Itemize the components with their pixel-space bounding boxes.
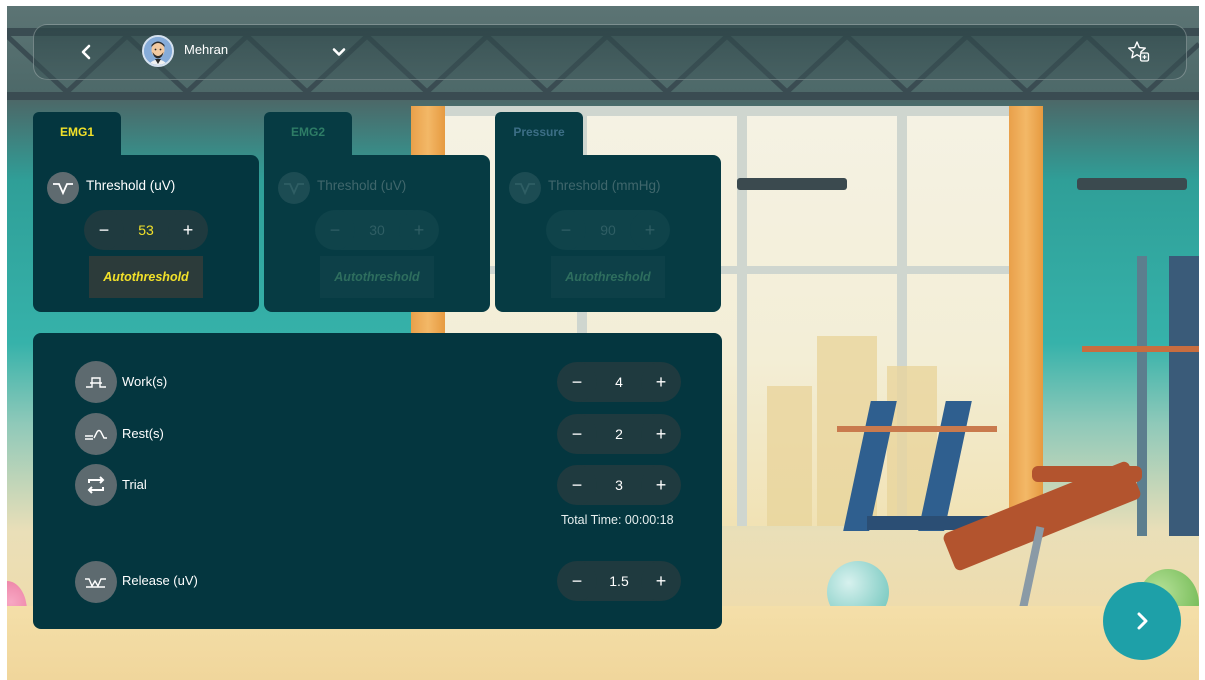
trial-decrement-button[interactable]: − bbox=[557, 465, 597, 505]
work-label: Work(s) bbox=[122, 374, 168, 389]
top-bar: Mehran bbox=[33, 24, 1187, 80]
threshold-stepper: − 90 + bbox=[546, 210, 670, 250]
chevron-down-icon bbox=[332, 48, 346, 56]
exercise-params-panel: Work(s) − 4 + Rest(s) − 2 + Trial − 3 + … bbox=[33, 333, 722, 629]
work-stepper: − 4 + bbox=[557, 362, 681, 402]
sensor-card-emg1: Threshold (uV) − 53 + Autothreshold bbox=[33, 155, 259, 312]
release-increment-button[interactable]: + bbox=[641, 561, 681, 601]
star-add-icon bbox=[1128, 41, 1150, 62]
user-name: Mehran bbox=[184, 42, 229, 57]
rest-stepper: − 2 + bbox=[557, 414, 681, 454]
back-button[interactable] bbox=[76, 41, 96, 63]
threshold-wave-icon bbox=[47, 172, 79, 204]
work-value: 4 bbox=[615, 374, 623, 390]
trial-value: 3 bbox=[615, 477, 623, 493]
chevron-right-icon bbox=[1137, 612, 1148, 630]
release-stepper: − 1.5 + bbox=[557, 561, 681, 601]
rest-pulse-icon bbox=[75, 413, 117, 455]
trial-stepper: − 3 + bbox=[557, 465, 681, 505]
threshold-value: 30 bbox=[369, 222, 385, 238]
avatar[interactable] bbox=[142, 35, 174, 67]
threshold-stepper: − 53 + bbox=[84, 210, 208, 250]
rest-value: 2 bbox=[615, 426, 623, 442]
release-label: Release (uV) bbox=[122, 573, 198, 588]
decrement-button[interactable]: − bbox=[84, 210, 124, 250]
decrement-button[interactable]: − bbox=[546, 210, 586, 250]
work-increment-button[interactable]: + bbox=[641, 362, 681, 402]
increment-button[interactable]: + bbox=[630, 210, 670, 250]
threshold-label: Threshold (mmHg) bbox=[548, 178, 661, 193]
autothreshold-button[interactable]: Autothreshold bbox=[551, 256, 665, 298]
rest-decrement-button[interactable]: − bbox=[557, 414, 597, 454]
chevron-left-icon bbox=[81, 44, 91, 60]
autothreshold-button[interactable]: Autothreshold bbox=[320, 256, 434, 298]
tab-emg2[interactable]: EMG2 bbox=[264, 112, 352, 156]
repeat-icon bbox=[75, 464, 117, 506]
work-pulse-icon bbox=[75, 361, 117, 403]
favorite-button[interactable] bbox=[1126, 39, 1152, 65]
trial-increment-button[interactable]: + bbox=[641, 465, 681, 505]
release-decrement-button[interactable]: − bbox=[557, 561, 597, 601]
tab-label: Pressure bbox=[513, 125, 565, 139]
work-decrement-button[interactable]: − bbox=[557, 362, 597, 402]
increment-button[interactable]: + bbox=[399, 210, 439, 250]
threshold-value: 53 bbox=[138, 222, 154, 238]
autothreshold-button[interactable]: Autothreshold bbox=[89, 256, 203, 298]
next-button[interactable] bbox=[1103, 582, 1181, 660]
user-dropdown-button[interactable] bbox=[330, 43, 348, 61]
threshold-wave-icon bbox=[509, 172, 541, 204]
sensor-card-emg2: Threshold (uV) − 30 + Autothreshold bbox=[264, 155, 490, 312]
app-screen: Mehran EMG1 EMG2 Pressure Threshold (uV) bbox=[7, 6, 1199, 680]
release-value: 1.5 bbox=[609, 573, 629, 589]
threshold-value: 90 bbox=[600, 222, 616, 238]
threshold-wave-icon bbox=[278, 172, 310, 204]
tab-pressure[interactable]: Pressure bbox=[495, 112, 583, 156]
threshold-label: Threshold (uV) bbox=[86, 178, 176, 193]
rest-label: Rest(s) bbox=[122, 426, 164, 441]
trial-label: Trial bbox=[122, 477, 147, 492]
tab-label: EMG1 bbox=[59, 125, 94, 139]
sensor-card-pressure: Threshold (mmHg) − 90 + Autothreshold bbox=[495, 155, 721, 312]
tab-emg1[interactable]: EMG1 bbox=[33, 112, 121, 156]
total-time: Total Time: 00:00:18 bbox=[561, 513, 674, 527]
threshold-stepper: − 30 + bbox=[315, 210, 439, 250]
user-avatar-icon bbox=[144, 37, 172, 65]
decrement-button[interactable]: − bbox=[315, 210, 355, 250]
threshold-label: Threshold (uV) bbox=[317, 178, 407, 193]
release-wave-icon bbox=[75, 561, 117, 603]
tab-label: EMG2 bbox=[290, 125, 325, 139]
rest-increment-button[interactable]: + bbox=[641, 414, 681, 454]
increment-button[interactable]: + bbox=[168, 210, 208, 250]
